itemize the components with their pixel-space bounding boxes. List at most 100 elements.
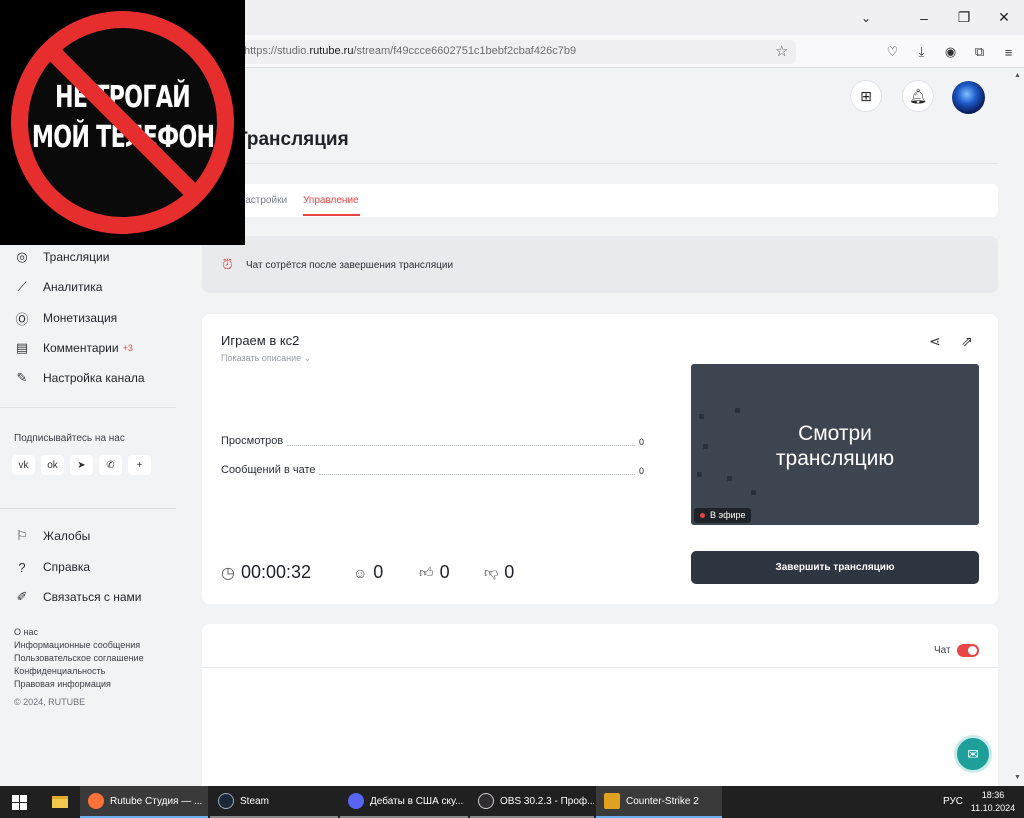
footer-link-info[interactable]: Информационные сообщения	[14, 639, 144, 652]
taskbar: Rutube Студия — ... Steam Дебаты в США с…	[0, 786, 1024, 818]
sidebar-item-help[interactable]: ? Справка	[14, 556, 90, 578]
dislikes-value: 0	[504, 562, 515, 582]
taskbar-item-steam[interactable]: Steam	[210, 786, 338, 818]
avatar[interactable]	[952, 81, 985, 114]
comment-icon: ▤	[15, 340, 29, 355]
download-icon[interactable]: ⤓	[907, 40, 936, 64]
show-description-label: Показать описание	[221, 353, 302, 363]
ok-icon[interactable]: ok	[41, 455, 64, 475]
social-links: vk ok ➤ ✆ +	[12, 455, 157, 475]
page-scrollbar[interactable]: ▲ ▼	[1012, 68, 1024, 786]
menu-icon[interactable]: ≡	[994, 40, 1023, 64]
title-divider	[202, 163, 998, 164]
language-indicator[interactable]: РУС	[943, 796, 963, 807]
thumbs-up-icon: 👍︎	[419, 564, 434, 580]
preview-speck	[735, 408, 740, 413]
sidebar-item-label: Комментарии	[43, 341, 119, 355]
stream-preview[interactable]: Смотри трансляцию В эфире	[691, 364, 979, 525]
subscribe-label: Подписывайтесь на нас	[14, 433, 125, 444]
live-badge: В эфире	[694, 508, 751, 523]
comments-badge: +3	[122, 343, 133, 353]
viber-icon[interactable]: ✆	[99, 455, 122, 475]
scroll-up-icon[interactable]: ▲	[1014, 72, 1021, 79]
preview-speck	[697, 472, 702, 477]
share-icon[interactable]: ⋖	[929, 333, 941, 350]
footer-link-about[interactable]: О нас	[14, 626, 144, 639]
task-label: Дебаты в США ску...	[370, 795, 464, 807]
telegram-icon[interactable]: ➤	[70, 455, 93, 475]
restore-button[interactable]: ❐	[944, 0, 984, 35]
start-button[interactable]	[0, 786, 38, 818]
sidebar-item-comments[interactable]: ▤ Комментарии +3	[14, 337, 133, 359]
taskbar-item-discord[interactable]: Дебаты в США ску...	[340, 786, 468, 818]
vk-icon[interactable]: vk	[12, 455, 35, 475]
stat-label: Сообщений в чате	[221, 464, 316, 476]
address-bar[interactable]: https://studio.rutube.ru/stream/f49ccce6…	[240, 40, 796, 64]
pocket-icon[interactable]: ♡	[878, 40, 907, 64]
active-tab-underline	[303, 214, 360, 216]
sidebar-divider	[0, 407, 176, 408]
show-description-link[interactable]: Показать описание ⌄	[221, 353, 311, 364]
clock-icon: ◷	[221, 564, 235, 582]
footer-link-legal[interactable]: Правовая информация	[14, 678, 144, 691]
plus-square-icon: ⊞	[860, 87, 872, 104]
flag-icon: ⚐	[16, 528, 28, 543]
clock-time: 18:36	[981, 790, 1005, 800]
task-label: Rutube Студия — ...	[110, 795, 203, 807]
clock-date: 11.10.2024	[970, 803, 1016, 813]
sidebar-item-broadcasts[interactable]: ◎ Трансляции	[14, 246, 109, 268]
dot-leader	[319, 464, 635, 475]
bookmark-star-icon[interactable]: ☆	[775, 42, 788, 60]
chat-divider	[202, 667, 998, 668]
taskbar-item-obs[interactable]: OBS 30.2.3 - Проф...	[470, 786, 594, 818]
minimize-button[interactable]: –	[904, 0, 944, 35]
extensions-icon[interactable]: ⧉	[965, 40, 994, 64]
sidebar-item-label: Настройка канала	[43, 371, 145, 385]
add-content-button[interactable]: ⊞	[850, 80, 882, 112]
sidebar-item-channel-settings[interactable]: ✎ Настройка канала	[14, 367, 145, 389]
preview-speck	[727, 476, 732, 481]
sidebar-item-contact[interactable]: ✐ Связаться с нами	[14, 586, 142, 608]
sidebar-item-complaints[interactable]: ⚐ Жалобы	[14, 525, 90, 547]
tab-settings[interactable]: Настройки	[238, 195, 287, 206]
page-title: Трансляция	[236, 129, 349, 150]
chat-bubble-icon: ✉	[967, 745, 979, 762]
sidebar-item-label: Жалобы	[43, 529, 91, 543]
notifications-button[interactable]: 🔔︎	[902, 80, 934, 112]
sidebar-item-label: Монетизация	[43, 311, 118, 325]
scroll-down-icon[interactable]: ▼	[1014, 774, 1021, 781]
task-label: Counter-Strike 2	[626, 795, 699, 807]
likes-count: 👍︎ 0	[419, 562, 450, 583]
chat-toggle[interactable]	[957, 644, 979, 657]
duration-value: 00:00:32	[240, 562, 312, 582]
plus-icon[interactable]: +	[128, 455, 151, 475]
stat-value: 0	[638, 466, 644, 476]
sidebar-item-analytics[interactable]: ⟋ Аналитика	[14, 276, 102, 298]
close-button[interactable]: ✕	[984, 0, 1024, 35]
file-explorer-button[interactable]	[44, 786, 76, 818]
chevron-down-icon: ⌄	[303, 353, 312, 363]
end-stream-button[interactable]: Завершить трансляцию	[691, 551, 979, 584]
taskbar-item-cs2[interactable]: Counter-Strike 2	[596, 786, 722, 818]
support-chat-button[interactable]: ✉	[954, 735, 992, 773]
obs-icon	[478, 793, 494, 809]
tab-manage[interactable]: Управление	[303, 195, 359, 206]
windows-icon	[11, 794, 27, 810]
system-clock[interactable]: 18:36 11.10.2024	[968, 789, 1018, 815]
footer-link-agreement[interactable]: Пользовательское соглашение	[14, 652, 144, 665]
dislikes-count: 👎︎ 0	[484, 562, 514, 583]
taskbar-item-firefox[interactable]: Rutube Студия — ...	[80, 786, 208, 818]
stream-title: Играем в кс2	[221, 333, 300, 348]
preview-speck	[751, 490, 756, 495]
stat-row-messages: Сообщений в чате 0	[221, 464, 644, 478]
sidebar-item-monetization[interactable]: Ⓞ Монетизация	[14, 307, 117, 329]
external-link-icon[interactable]: ⇗	[961, 333, 973, 350]
footer-links: О нас Информационные сообщения Пользоват…	[14, 626, 144, 691]
account-icon[interactable]: ◉	[936, 40, 965, 64]
sidebar-item-label: Трансляции	[43, 250, 110, 264]
pencil-icon: ✐	[16, 589, 28, 604]
chevron-down-icon[interactable]: ⌄	[852, 0, 880, 35]
firefox-icon	[88, 793, 104, 809]
sidebar-item-label: Аналитика	[43, 280, 103, 294]
footer-link-privacy[interactable]: Конфиденциальность	[14, 665, 144, 678]
